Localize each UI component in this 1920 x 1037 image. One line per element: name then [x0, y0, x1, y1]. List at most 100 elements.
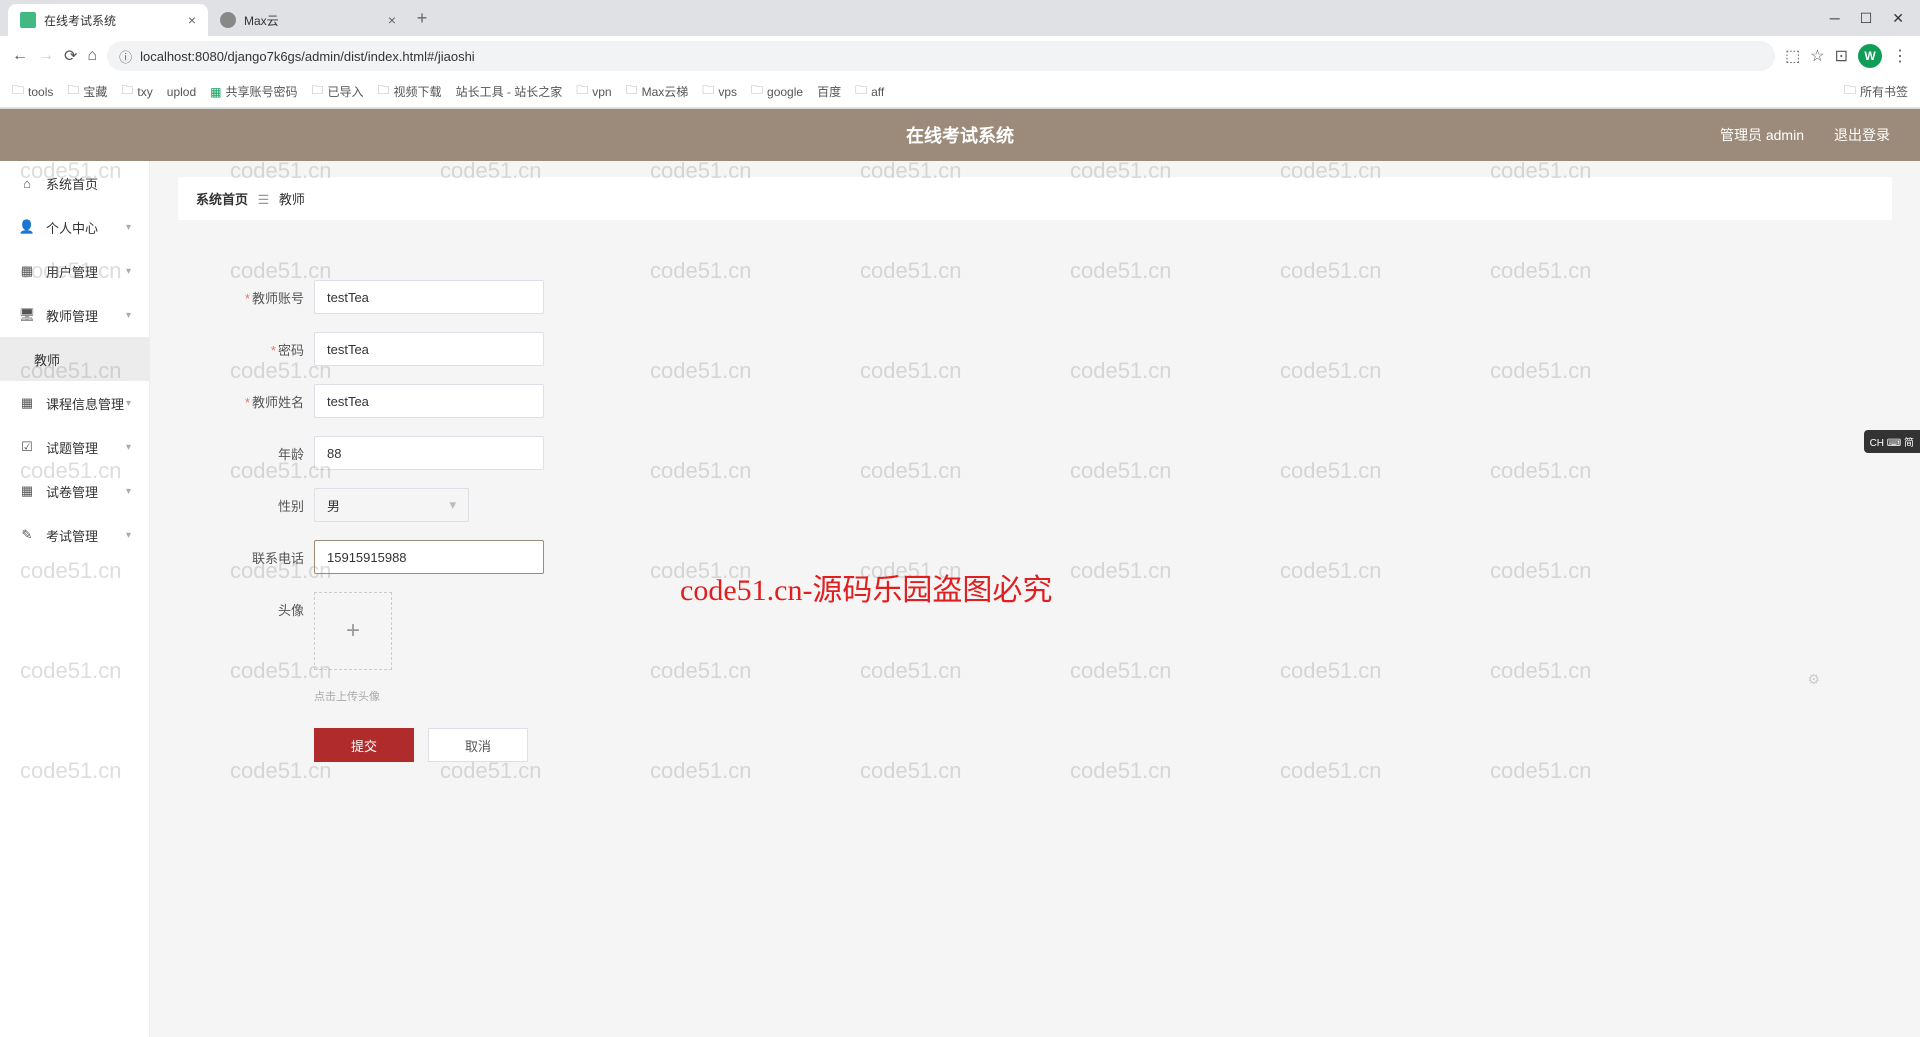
bookmark-item[interactable]: 百度: [817, 83, 841, 100]
form-row-name: *教师姓名: [214, 384, 1892, 418]
profile-avatar[interactable]: W: [1858, 44, 1882, 68]
bookmark-item[interactable]: 🗀google: [751, 81, 803, 102]
grid-icon: ▦: [18, 483, 36, 499]
sidebar-item-teacher-mgmt[interactable]: 🖥 教师管理 ▾: [0, 293, 149, 337]
bookmark-item[interactable]: uplod: [167, 85, 196, 99]
grid-icon: ▦: [18, 263, 36, 279]
upload-hint: 点击上传头像: [314, 688, 1892, 704]
sidebar-item-teacher[interactable]: 教师: [0, 337, 149, 381]
name-input[interactable]: [314, 384, 544, 418]
edit-icon: ✎: [18, 527, 36, 543]
favicon-icon: [20, 12, 36, 28]
chevron-down-icon: ▾: [126, 486, 131, 497]
form-label: 联系电话: [214, 548, 304, 567]
close-icon[interactable]: ×: [188, 12, 196, 28]
home-icon[interactable]: ⌂: [87, 47, 97, 65]
chevron-down-icon: ▾: [126, 442, 131, 453]
bookmarks-bar: 🗀tools 🗀宝藏 🗀txy uplod ▦共享账号密码 🗀已导入 🗀视频下载…: [0, 76, 1920, 108]
chevron-down-icon: ▾: [126, 266, 131, 277]
submit-button[interactable]: 提交: [314, 728, 414, 762]
url-bar[interactable]: ⓘ localhost:8080/django7k6gs/admin/dist/…: [107, 41, 1775, 71]
gender-select[interactable]: 男 ▾: [314, 488, 469, 522]
form-row-avatar: 头像 +: [214, 592, 1892, 670]
ime-badge[interactable]: CH ⌨ 简: [1864, 430, 1920, 453]
bookmark-item[interactable]: 🗀视频下载: [378, 81, 442, 102]
header-right: 管理员 admin 退出登录: [1720, 125, 1890, 145]
logout-link[interactable]: 退出登录: [1834, 125, 1890, 145]
phone-input[interactable]: [314, 540, 544, 574]
new-tab-button[interactable]: +: [408, 4, 436, 32]
chevron-down-icon: ▾: [126, 310, 131, 321]
folder-icon: 🗀: [121, 81, 133, 102]
bookmark-item[interactable]: 站长工具 - 站长之家: [456, 83, 563, 100]
bookmark-item[interactable]: 🗀tools: [12, 81, 53, 102]
bookmark-item[interactable]: ▦共享账号密码: [210, 83, 297, 100]
bookmark-item[interactable]: 🗀宝藏: [67, 81, 107, 102]
sidebar-item-home[interactable]: ⌂ 系统首页: [0, 161, 149, 205]
bookmark-item[interactable]: 🗀vps: [702, 81, 737, 102]
sidebar-item-paper-mgmt[interactable]: ▦ 试卷管理 ▾: [0, 469, 149, 513]
form-label: *密码: [214, 340, 304, 359]
browser-chrome: 在线考试系统 × Max云 × + ─ ☐ ✕ ← → ⟳ ⌂ ⓘ localh…: [0, 0, 1920, 109]
app-title: 在线考试系统: [906, 122, 1014, 148]
bookmark-item[interactable]: 🗀vpn: [576, 81, 611, 102]
age-input[interactable]: [314, 436, 544, 470]
chevron-down-icon: ▾: [449, 497, 456, 513]
form-row-password: *密码: [214, 332, 1892, 366]
folder-icon: 🗀: [378, 81, 390, 102]
all-bookmarks[interactable]: 🗀所有书签: [1844, 81, 1908, 102]
plus-icon: +: [346, 617, 360, 645]
gear-icon[interactable]: ⚙: [1807, 671, 1820, 688]
check-icon: ☑: [18, 439, 36, 455]
refresh-icon[interactable]: ⟳: [64, 46, 77, 66]
minimize-icon[interactable]: ─: [1830, 10, 1840, 26]
forward-icon[interactable]: →: [38, 47, 54, 65]
breadcrumb-home[interactable]: 系统首页: [196, 192, 248, 207]
tab-bar: 在线考试系统 × Max云 × + ─ ☐ ✕: [0, 0, 1920, 36]
browser-tab-active[interactable]: 在线考试系统 ×: [8, 4, 208, 36]
breadcrumb-current: 教师: [279, 192, 305, 207]
home-icon: ⌂: [18, 176, 36, 191]
user-icon: 👤: [18, 219, 36, 235]
bookmark-item[interactable]: 🗀已导入: [312, 81, 364, 102]
close-window-icon[interactable]: ✕: [1892, 10, 1904, 27]
browser-tab[interactable]: Max云 ×: [208, 4, 408, 36]
folder-icon: 🗀: [67, 81, 79, 102]
form-label: *教师账号: [214, 288, 304, 307]
password-input[interactable]: [314, 332, 544, 366]
form-row-phone: 联系电话: [214, 540, 1892, 574]
window-controls: ─ ☐ ✕: [1830, 10, 1920, 27]
sidebar-item-exam-mgmt[interactable]: ✎ 考试管理 ▾: [0, 513, 149, 557]
sidebar-item-course-mgmt[interactable]: ▦ 课程信息管理 ▾: [0, 381, 149, 425]
form-row-gender: 性别 男 ▾: [214, 488, 1892, 522]
close-icon[interactable]: ×: [388, 12, 396, 28]
bookmark-item[interactable]: 🗀aff: [855, 81, 884, 102]
cancel-button[interactable]: 取消: [428, 728, 528, 762]
menu-icon[interactable]: ⋮: [1892, 46, 1908, 66]
folder-icon: 🗀: [626, 81, 638, 102]
extensions-icon[interactable]: ⊡: [1835, 46, 1848, 66]
sidebar: ⌂ 系统首页 👤 个人中心 ▾ ▦ 用户管理 ▾ 🖥 教师管理 ▾ 教师 ▦ 课…: [0, 161, 150, 1037]
grid-icon: ▦: [18, 395, 36, 411]
back-icon[interactable]: ←: [12, 47, 28, 65]
app-body: ⌂ 系统首页 👤 个人中心 ▾ ▦ 用户管理 ▾ 🖥 教师管理 ▾ 教师 ▦ 课…: [0, 161, 1920, 1037]
folder-icon: 🗀: [12, 81, 24, 102]
sidebar-item-question-mgmt[interactable]: ☑ 试题管理 ▾: [0, 425, 149, 469]
translate-icon[interactable]: ⬚: [1785, 46, 1800, 66]
account-input[interactable]: [314, 280, 544, 314]
form-row-age: 年龄: [214, 436, 1892, 470]
maximize-icon[interactable]: ☐: [1860, 10, 1873, 27]
star-icon[interactable]: ☆: [1810, 46, 1824, 66]
form-label: *教师姓名: [214, 392, 304, 411]
bookmark-item[interactable]: 🗀Max云梯: [626, 81, 689, 102]
sidebar-item-profile[interactable]: 👤 个人中心 ▾: [0, 205, 149, 249]
avatar-upload[interactable]: +: [314, 592, 392, 670]
chevron-down-icon: ▾: [126, 530, 131, 541]
bookmark-item[interactable]: 🗀txy: [121, 81, 152, 102]
form-label: 年龄: [214, 444, 304, 463]
folder-icon: 🗀: [576, 81, 588, 102]
sidebar-item-user-mgmt[interactable]: ▦ 用户管理 ▾: [0, 249, 149, 293]
folder-icon: 🗀: [855, 81, 867, 102]
folder-icon: 🗀: [702, 81, 714, 102]
user-label[interactable]: 管理员 admin: [1720, 125, 1804, 145]
